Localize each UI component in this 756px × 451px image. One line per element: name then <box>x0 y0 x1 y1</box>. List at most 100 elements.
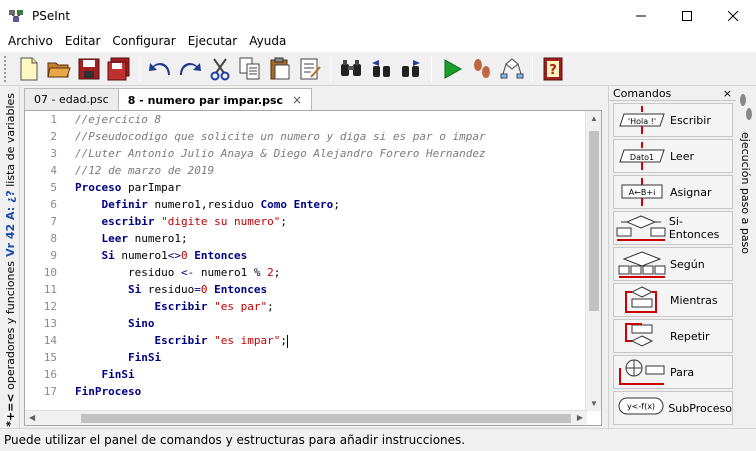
menu-editar[interactable]: Editar <box>59 31 107 51</box>
save-button[interactable] <box>74 54 104 84</box>
command-asignar[interactable]: A←B+i Asignar <box>613 175 733 209</box>
toolbar: ? <box>0 51 756 86</box>
line-number: 8 <box>50 232 57 245</box>
pseint-window: PSeInt Archivo Editar Configurar Ejecuta… <box>0 0 756 451</box>
scroll-left-icon[interactable]: ◀ <box>29 413 35 422</box>
new-file-button[interactable] <box>14 54 44 84</box>
close-icon <box>728 10 738 21</box>
line-number: 1 <box>50 113 57 126</box>
menu-configurar[interactable]: Configurar <box>106 31 181 51</box>
svg-text:A←B+i: A←B+i <box>629 188 656 197</box>
redo-icon <box>180 62 201 75</box>
minimize-button[interactable] <box>618 0 664 31</box>
command-repetir[interactable]: Repetir <box>613 319 733 353</box>
copy-button[interactable] <box>235 54 265 84</box>
copy-icon <box>239 57 260 79</box>
mientras-icon <box>625 286 657 313</box>
toolbar-separator <box>139 55 140 82</box>
help-button[interactable]: ? <box>538 54 568 84</box>
editor-area: 07 - edad.psc 8 - numero par impar.psc ×… <box>22 86 604 428</box>
save-as-button[interactable] <box>104 54 134 84</box>
run-button[interactable] <box>437 54 467 84</box>
commands-panel: Comandos × 'Hola !' Escribir Dato1 Leer … <box>608 86 736 428</box>
redo-button[interactable] <box>175 54 205 84</box>
line-number: 3 <box>50 147 57 160</box>
paste-icon <box>270 57 290 79</box>
command-label: Repetir <box>670 329 710 343</box>
line-number: 14 <box>43 334 57 347</box>
scroll-right-icon[interactable]: ▶ <box>577 413 583 422</box>
cut-button[interactable] <box>205 54 235 84</box>
command-para[interactable]: Para <box>613 355 733 389</box>
command-subproceso[interactable]: y<-f(x) SubProceso <box>613 391 733 425</box>
flowchart-button[interactable] <box>497 54 527 84</box>
new-file-icon <box>20 57 38 80</box>
close-button[interactable] <box>710 0 756 31</box>
undo-button[interactable] <box>145 54 175 84</box>
line-number: 4 <box>50 164 57 177</box>
horizontal-scroll-thumb[interactable] <box>81 414 571 423</box>
commands-title: Comandos <box>613 86 672 100</box>
command-mientras[interactable]: Mientras <box>613 283 733 317</box>
code-line: Si residuo=0 Entonces <box>127 283 268 296</box>
window-title: PSeInt <box>32 8 71 23</box>
code-line: Si numero1<>0 Entonces <box>101 249 248 262</box>
step-by-step-panel-tab[interactable]: ejecución paso a paso <box>736 86 756 428</box>
open-button[interactable] <box>44 54 74 84</box>
horizontal-scrollbar[interactable]: ◀ ▶ <box>25 410 587 425</box>
toolbar-separator <box>532 55 533 82</box>
svg-text:Dato1: Dato1 <box>630 153 654 162</box>
code-line: Leer numero1; <box>101 232 188 245</box>
tab-edad[interactable]: 07 - edad.psc <box>24 88 119 110</box>
pseint-app-icon <box>9 9 23 22</box>
svg-text:y<-f(x): y<-f(x) <box>627 402 655 411</box>
toolbar-grip[interactable] <box>4 55 8 82</box>
title-bar: PSeInt <box>0 0 756 31</box>
command-label: Mientras <box>670 293 718 307</box>
code-text[interactable]: //ejercicio 8 //Pseudocodigo que solicit… <box>75 111 589 411</box>
line-number: 10 <box>43 266 57 279</box>
close-commands-icon[interactable]: × <box>723 87 732 100</box>
menu-ayuda[interactable]: Ayuda <box>243 31 292 51</box>
scroll-down-icon[interactable]: ▼ <box>590 399 598 408</box>
operators-icon: *+=< <box>3 393 17 427</box>
paste-button[interactable] <box>265 54 295 84</box>
search-next-button[interactable] <box>396 54 426 84</box>
tab-numero-par-impar[interactable]: 8 - numero par impar.psc × <box>117 88 313 111</box>
toolbar-separator <box>330 55 331 82</box>
line-number: 6 <box>50 198 57 211</box>
help-icon: ? <box>543 57 563 80</box>
svg-text:'Hola !': 'Hola !' <box>628 117 656 126</box>
variables-panel-tab[interactable]: Vr 42 A: ¿? lista de variables <box>0 90 20 260</box>
code-line: Proceso parImpar <box>75 181 181 194</box>
save-as-icon <box>107 57 130 80</box>
maximize-icon <box>682 10 692 21</box>
menu-archivo[interactable]: Archivo <box>2 31 59 51</box>
leer-icon: Dato1 <box>619 142 665 170</box>
edit-button[interactable] <box>295 54 325 84</box>
edit-icon <box>300 58 321 79</box>
command-label: Para <box>670 365 695 379</box>
code-editor[interactable]: 1 2 3 4 5 6 7 8 9 10 11 12 13 14 15 16 17 //ejercicio 8 … <box>24 110 602 426</box>
operators-panel-tab[interactable]: *+=< operadores y funciones <box>0 261 20 427</box>
vertical-scrollbar[interactable]: ▲ ▼ <box>585 111 601 411</box>
command-si-entonces[interactable]: Si-Entonces <box>613 211 733 245</box>
vertical-scroll-thumb[interactable] <box>589 131 599 311</box>
command-escribir[interactable]: 'Hola !' Escribir <box>613 103 733 137</box>
step-by-step-label: ejecución paso a paso <box>739 132 752 255</box>
scroll-up-icon[interactable]: ▲ <box>590 114 598 123</box>
command-leer[interactable]: Dato1 Leer <box>613 139 733 173</box>
search-button[interactable] <box>336 54 366 84</box>
command-segun[interactable]: Según <box>613 247 733 281</box>
left-side-panel: Vr 42 A: ¿? lista de variables *+=< oper… <box>0 86 20 428</box>
close-tab-icon[interactable]: × <box>292 93 302 107</box>
step-button[interactable] <box>467 54 497 84</box>
run-icon <box>444 58 463 79</box>
line-number: 2 <box>50 130 57 143</box>
code-line: Escribir "es impar"; <box>154 334 288 348</box>
code-line: Sino <box>127 317 155 330</box>
menu-ejecutar[interactable]: Ejecutar <box>182 31 244 51</box>
search-prev-button[interactable] <box>366 54 396 84</box>
maximize-button[interactable] <box>664 0 710 31</box>
variables-panel-label: Vr 42 A: ¿? lista de variables <box>3 93 17 257</box>
